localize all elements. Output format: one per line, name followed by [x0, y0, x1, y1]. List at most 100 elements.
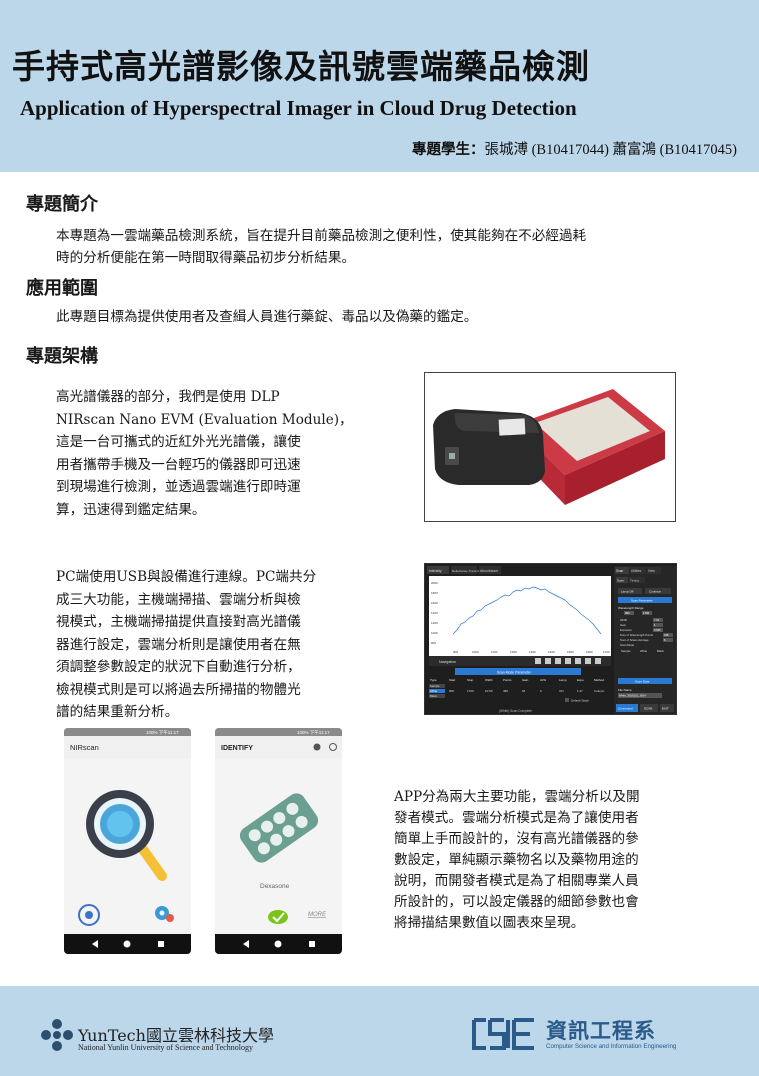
- x-tick: 1000: [472, 650, 479, 654]
- lamp-off-label: Lamp Off: [621, 590, 633, 594]
- table-cell: Column: [594, 689, 605, 693]
- app-title: IDENTIFY: [221, 745, 253, 752]
- intro-line: 時的分析便能在第一時間取得藥品初步分析結果。: [56, 249, 356, 266]
- pc-line: PC端使用USB與設備進行連線。PC端共分: [56, 569, 317, 585]
- students-label: 專題學生：: [411, 141, 485, 158]
- sub-tab-label: Scan: [617, 579, 624, 583]
- x-tick: 900: [453, 650, 458, 654]
- field-label: Num of Scans Average: [620, 638, 649, 642]
- y-tick: 1800: [431, 591, 438, 595]
- home-icon[interactable]: [535, 658, 541, 664]
- pc-line: 檢視模式則是可以將過去所掃描的物體光: [56, 681, 301, 698]
- pan-icon[interactable]: [565, 658, 571, 664]
- table-cell: 1700: [467, 689, 474, 693]
- title-english: Application of Hyperspectral Imager in C…: [20, 96, 577, 120]
- scope-line: 此專題目標為提供使用者及查緝人員進行藥錠、毒品以及偽藥的鑑定。: [56, 309, 478, 325]
- app-line: 所設計的，可以設定儀器的細節參數也會: [394, 894, 639, 910]
- scan-mode-black[interactable]: Black: [657, 649, 664, 653]
- yuntech-subtitle: National Yunlin University of Science an…: [78, 1043, 253, 1052]
- recents-nav-icon[interactable]: [158, 941, 164, 947]
- status-text: (White) Scan Complete: [499, 709, 532, 713]
- phone-nirscan: 100% 下午11:17 NIRscan: [64, 728, 191, 954]
- home-nav-icon[interactable]: [123, 940, 131, 948]
- hw-line: 高光譜儀器的部分，我們是使用 DLP: [56, 389, 280, 405]
- connected-label: Connected: [618, 707, 633, 711]
- tab-label: Intensity: [429, 569, 442, 573]
- pc-text: PC端使用USB與設備進行連線。PC端共分 成三大功能，主機端掃描、雲端分析與檢…: [56, 566, 366, 724]
- back-icon[interactable]: [545, 658, 551, 664]
- navigation-toolbar: [429, 656, 611, 666]
- field-value: 228: [664, 633, 669, 637]
- table-cell: 900: [449, 689, 454, 693]
- configure-icon[interactable]: [585, 658, 591, 664]
- y-tick: 1000: [431, 631, 438, 635]
- more-link[interactable]: MORE: [308, 912, 327, 918]
- app-line: 簡單上手而設計的，沒有高光譜儀器的參: [394, 831, 639, 847]
- pc-line: 視模式，主機端掃描提供直接對高光譜儀: [56, 614, 301, 630]
- table-header: Lamp: [559, 678, 567, 682]
- settings-icon[interactable]: [313, 743, 321, 751]
- confirm-check-icon[interactable]: [268, 910, 288, 924]
- app-line: 將掃描結果數值以圖表來呈現。: [394, 915, 585, 931]
- pc-line: 成三大功能，主機端掃描、雲端分析與檢: [56, 591, 301, 608]
- section-title-intro: 專題簡介: [26, 194, 98, 215]
- scan-parameter-label: Scan Parameter: [631, 599, 653, 603]
- side-tab-label: Utilities: [631, 569, 642, 573]
- field-label: Exposure: [620, 628, 632, 632]
- status-text: 100% 下午11:17: [146, 729, 179, 736]
- scan-mode-white[interactable]: White: [640, 649, 648, 653]
- scan-mode-sample[interactable]: Sample: [621, 649, 631, 653]
- drug-name: Dexasone: [260, 883, 290, 890]
- pc-line: 譜的結果重新分析。: [56, 704, 179, 720]
- students-names: 張城溥 (B10417044) 蕭富鴻 (B10417045): [484, 142, 737, 158]
- save-icon[interactable]: [595, 658, 601, 664]
- table-cell: 10.50: [485, 689, 493, 693]
- section-title-scope: 應用範圍: [26, 278, 98, 299]
- store-data-label: Store Data: [635, 680, 650, 684]
- scan-label: SCAN: [644, 707, 652, 711]
- x-tick: 1100: [491, 650, 498, 654]
- pc-gui-screenshot: Intensity Reflectance Transmittance Abso…: [424, 563, 677, 715]
- type-label: Sample: [430, 684, 440, 688]
- forward-icon[interactable]: [555, 658, 561, 664]
- app-line: 發者模式。雲端分析模式是為了讓使用者: [394, 810, 639, 826]
- default-stack-checkbox[interactable]: [565, 698, 569, 702]
- hw-line: NIRscan Nano EVM (Evaluation Module)，: [56, 411, 353, 428]
- y-tick: 800: [431, 641, 436, 645]
- scan-mode-parameter-label: Scan Mode Parameter: [497, 671, 532, 675]
- tab-label: Absorbance: [480, 569, 498, 573]
- file-name-value: White_20181101_0914: [619, 694, 646, 698]
- hw-line: 算，迅速得到鑑定結果。: [56, 501, 206, 518]
- scope-text: 此專題目標為提供使用者及查緝人員進行藥錠、毒品以及偽藥的鑑定。: [56, 307, 706, 329]
- table-header: Type: [430, 678, 437, 682]
- field-label: Gain: [620, 623, 626, 627]
- zoom-icon[interactable]: [575, 658, 581, 664]
- status-text: 100% 下午11:17: [297, 729, 330, 736]
- field-value: 7.03: [654, 618, 660, 622]
- recents-nav-icon[interactable]: [309, 941, 315, 947]
- side-tab-label: View: [648, 569, 656, 573]
- y-tick: 2000: [431, 581, 438, 585]
- x-tick: 1300: [529, 650, 536, 654]
- hardware-text: 高光譜儀器的部分，我們是使用 DLP NIRscan Nano EVM (Eva…: [56, 386, 366, 521]
- table-cell: 64: [522, 689, 526, 693]
- type-label: Black: [430, 694, 437, 698]
- table-header: Stop: [467, 678, 474, 682]
- table-cell: 480: [503, 689, 508, 693]
- side-tab-label: Scan: [616, 569, 623, 573]
- home-nav-icon[interactable]: [274, 940, 282, 948]
- table-header: Points: [503, 678, 512, 682]
- type-label: White: [430, 689, 438, 693]
- app-text: APP分為兩大主要功能，雲端分析以及開 發者模式。雲端分析模式是為了讓使用者 簡…: [394, 787, 704, 934]
- x-tick: 1400: [548, 650, 555, 654]
- field-label: Width: [620, 618, 628, 622]
- intro-text: 本專題為一雲端藥品檢測系統，旨在提升目前藥品檢測之便利性，使其能夠在不必經過耗 …: [56, 226, 706, 269]
- app-line: APP分為兩大主要功能，雲端分析以及開: [394, 789, 640, 805]
- x-tick: 1500: [567, 650, 574, 654]
- device-photo: [424, 372, 676, 522]
- table-cell: 1.27: [577, 689, 583, 693]
- table-header: Width: [485, 678, 493, 682]
- app-line: 數設定，單純顯示藥物名以及藥物用途的: [394, 852, 639, 868]
- x-tick: 1600: [586, 650, 593, 654]
- csie-department-name: 資訊工程系: [546, 1019, 656, 1043]
